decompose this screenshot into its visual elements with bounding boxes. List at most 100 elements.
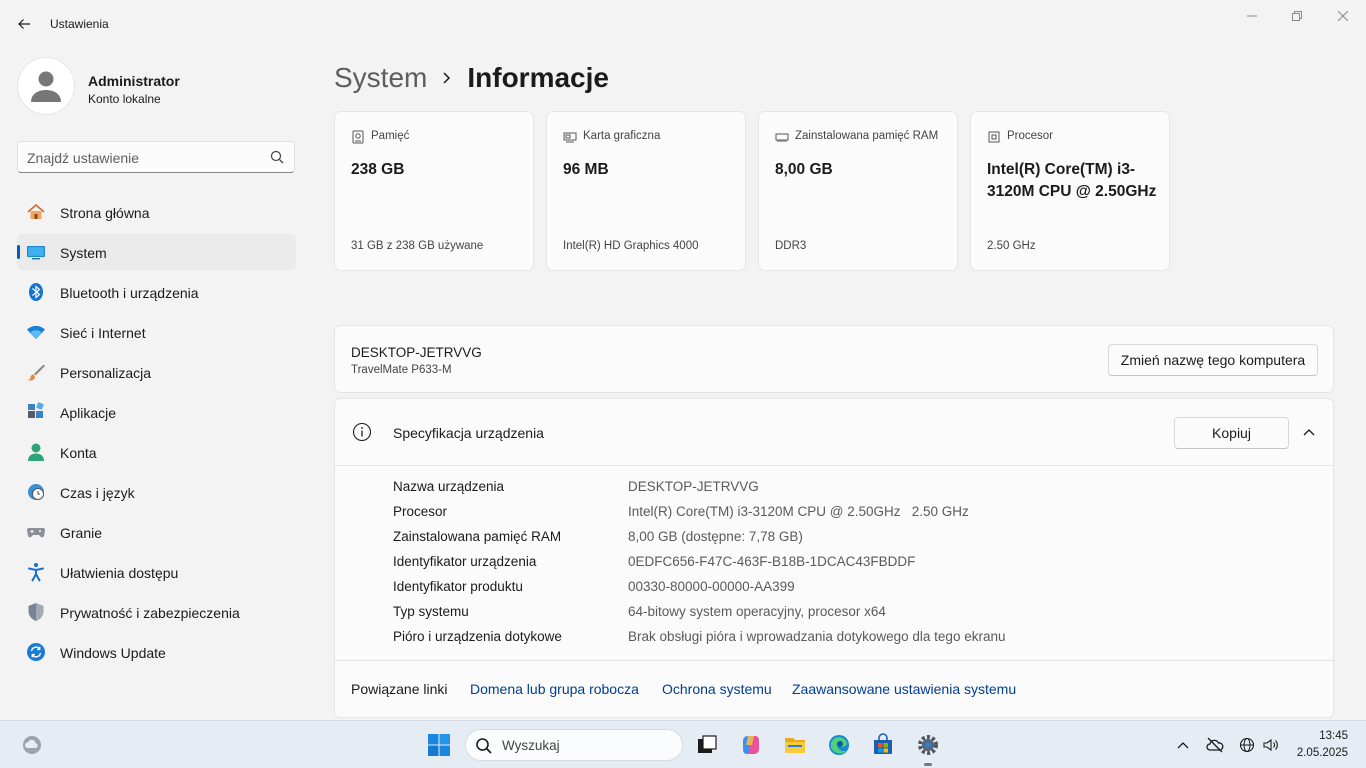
ram-card[interactable]: Zainstalowana pamięć RAM 8,00 GB DDR3 bbox=[758, 111, 958, 271]
device-name-panel: DESKTOP-JETRVVG TravelMate P633-M Zmień … bbox=[334, 325, 1334, 393]
sidebar-item-personalization[interactable]: Personalizacja bbox=[17, 354, 296, 390]
device-model: TravelMate P633-M bbox=[351, 364, 452, 376]
spec-key: Zainstalowana pamięć RAM bbox=[393, 529, 562, 544]
sidebar-item-privacy[interactable]: Prywatność i zabezpieczenia bbox=[17, 594, 296, 630]
onedrive-tray-button[interactable] bbox=[1206, 736, 1224, 754]
tray-overflow-button[interactable] bbox=[1174, 736, 1192, 754]
spec-key: Pióro i urządzenia dotykowe bbox=[393, 629, 562, 644]
network-tray-button[interactable] bbox=[1238, 736, 1256, 754]
sidebar-item-label: Czas i język bbox=[60, 485, 135, 501]
related-links: Powiązane linki Domena lub grupa robocza… bbox=[335, 660, 1333, 717]
copy-button[interactable]: Kopiuj bbox=[1174, 417, 1289, 449]
card-subtitle: Intel(R) HD Graphics 4000 bbox=[563, 240, 699, 252]
link-advanced-system-settings[interactable]: Zaawansowane ustawienia systemu bbox=[792, 681, 1016, 697]
maximize-button[interactable] bbox=[1285, 6, 1309, 26]
spec-value: DESKTOP-JETRVVG bbox=[628, 479, 759, 494]
app-title: Ustawienia bbox=[50, 17, 109, 31]
windows-logo-icon bbox=[428, 734, 450, 756]
spec-key: Nazwa urządzenia bbox=[393, 479, 505, 494]
wifi-icon bbox=[26, 322, 46, 342]
task-view-icon bbox=[698, 735, 717, 753]
cpu-icon bbox=[988, 131, 1000, 143]
spec-key: Procesor bbox=[393, 504, 448, 519]
breadcrumb: System Informacje bbox=[334, 58, 609, 98]
taskbar-clock-time[interactable]: 13:45 bbox=[1300, 730, 1348, 742]
volume-tray-button[interactable] bbox=[1262, 736, 1280, 754]
apps-icon bbox=[26, 402, 46, 422]
file-explorer-button[interactable] bbox=[782, 732, 808, 758]
gamepad-icon bbox=[26, 522, 46, 542]
sidebar-item-home[interactable]: Strona główna bbox=[17, 194, 296, 230]
related-links-label: Powiązane linki bbox=[351, 681, 448, 697]
settings-search-box bbox=[17, 141, 295, 173]
storage-card[interactable]: Pamięć 238 GB 31 GB z 238 GB używane bbox=[334, 111, 534, 271]
sidebar-item-apps[interactable]: Aplikacje bbox=[17, 394, 296, 430]
chevron-up-icon bbox=[1177, 742, 1189, 749]
link-domain-workgroup[interactable]: Domena lub grupa robocza bbox=[470, 681, 639, 697]
sidebar-item-gaming[interactable]: Granie bbox=[17, 514, 296, 550]
link-system-protection[interactable]: Ochrona systemu bbox=[662, 681, 772, 697]
person-icon bbox=[26, 442, 46, 462]
spec-key: Identyfikator urządzenia bbox=[393, 554, 537, 569]
copilot-button[interactable] bbox=[738, 732, 764, 758]
spec-value: 0EDFC656-F47C-463F-B18B-1DCAC43FBDDF bbox=[628, 554, 916, 569]
taskbar-clock-date[interactable]: 2.05.2025 bbox=[1290, 747, 1348, 759]
taskbar-search[interactable]: Wyszukaj bbox=[465, 729, 683, 761]
sidebar-item-bluetooth[interactable]: Bluetooth i urządzenia bbox=[17, 274, 296, 310]
profile-name: Administrator bbox=[88, 73, 180, 89]
speaker-icon bbox=[1263, 738, 1278, 752]
edge-browser-icon bbox=[829, 735, 849, 755]
edge-button[interactable] bbox=[826, 732, 852, 758]
spec-value: 00330-80000-00000-AA399 bbox=[628, 579, 795, 594]
back-button[interactable] bbox=[12, 12, 36, 36]
widgets-button[interactable] bbox=[20, 733, 44, 757]
gpu-card[interactable]: Karta graficzna 96 MB Intel(R) HD Graphi… bbox=[546, 111, 746, 271]
settings-taskbar-button[interactable] bbox=[915, 732, 941, 758]
sidebar-item-network[interactable]: Sieć i Internet bbox=[17, 314, 296, 350]
clock-globe-icon bbox=[26, 482, 46, 502]
card-label: Pamięć bbox=[371, 130, 410, 142]
chevron-right-icon bbox=[441, 70, 453, 86]
store-button[interactable] bbox=[870, 732, 896, 758]
sidebar-item-windows-update[interactable]: Windows Update bbox=[17, 634, 296, 670]
start-button[interactable] bbox=[427, 733, 451, 757]
chevron-up-icon[interactable] bbox=[1301, 424, 1317, 440]
sidebar-item-label: Windows Update bbox=[60, 645, 166, 661]
card-label: Zainstalowana pamięć RAM bbox=[795, 130, 939, 142]
search-icon[interactable] bbox=[270, 150, 284, 164]
minimize-button[interactable] bbox=[1240, 6, 1264, 26]
storage-icon bbox=[352, 130, 364, 144]
active-app-indicator bbox=[924, 763, 932, 766]
task-view-button[interactable] bbox=[694, 732, 720, 758]
user-profile[interactable]: Administrator Konto lokalne bbox=[17, 57, 297, 117]
card-value: Intel(R) Core(TM) i3-3120M CPU @ 2.50GHz bbox=[987, 161, 1157, 200]
device-specifications-panel: Specyfikacja urządzenia Kopiuj Nazwa urz… bbox=[334, 398, 1334, 718]
weather-widget-icon bbox=[23, 736, 41, 754]
gear-icon bbox=[918, 735, 938, 755]
card-value: 96 MB bbox=[563, 161, 609, 178]
sidebar-item-accounts[interactable]: Konta bbox=[17, 434, 296, 470]
sidebar-item-label: Prywatność i zabezpieczenia bbox=[60, 605, 240, 621]
sidebar-item-time-language[interactable]: Czas i język bbox=[17, 474, 296, 510]
search-input[interactable] bbox=[27, 148, 257, 168]
spec-key: Identyfikator produktu bbox=[393, 579, 523, 594]
sidebar-item-label: Granie bbox=[60, 525, 103, 541]
close-button[interactable] bbox=[1331, 6, 1355, 26]
sidebar-item-label: Strona główna bbox=[60, 205, 150, 221]
folder-icon bbox=[785, 738, 805, 753]
sidebar-item-accessibility[interactable]: Ułatwienia dostępu bbox=[17, 554, 296, 590]
microsoft-store-icon bbox=[874, 733, 892, 754]
monitor-icon bbox=[26, 242, 46, 262]
sidebar-item-system[interactable]: System bbox=[17, 234, 296, 270]
title-bar: Ustawienia bbox=[0, 0, 1366, 48]
ram-icon bbox=[775, 133, 789, 142]
specifications-header[interactable]: Specyfikacja urządzenia Kopiuj bbox=[335, 399, 1333, 466]
profile-account-type: Konto lokalne bbox=[88, 92, 161, 106]
copilot-icon bbox=[743, 736, 759, 754]
cpu-card[interactable]: Procesor Intel(R) Core(TM) i3-3120M CPU … bbox=[970, 111, 1170, 271]
avatar bbox=[17, 57, 75, 115]
specifications-title: Specyfikacja urządzenia bbox=[393, 425, 544, 441]
rename-pc-button[interactable]: Zmień nazwę tego komputera bbox=[1108, 344, 1318, 376]
breadcrumb-parent[interactable]: System bbox=[334, 62, 427, 94]
sidebar-item-label: Personalizacja bbox=[60, 365, 152, 381]
